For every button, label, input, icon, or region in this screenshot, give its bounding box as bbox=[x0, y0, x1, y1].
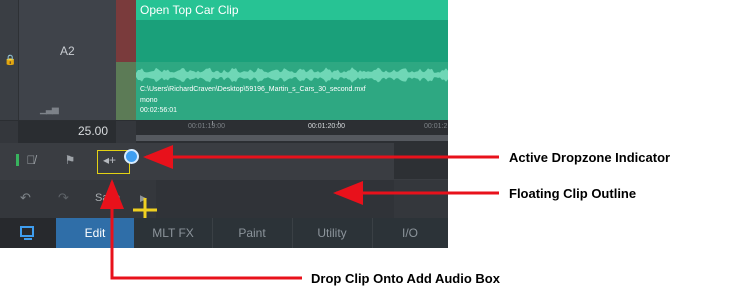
track-header: 🔒 A2 ▁▃▅ bbox=[0, 0, 116, 120]
redo-icon[interactable]: ↷ bbox=[58, 190, 69, 206]
tab-utility[interactable]: Utility bbox=[292, 218, 372, 248]
zoom-value: 25.00 bbox=[78, 124, 109, 138]
add-audio-icon: ◂+ bbox=[103, 153, 117, 167]
label-drop-clip: Drop Clip Onto Add Audio Box bbox=[311, 271, 500, 286]
pin-button[interactable]: ⚑ bbox=[60, 150, 80, 170]
timeline-scrollbar[interactable] bbox=[136, 135, 448, 141]
edit-controls: ↶ ↷ Save ▶ bbox=[0, 180, 448, 218]
tab-bar: Edit MLT FX Paint Utility I/O bbox=[0, 218, 448, 248]
ruler-label: 00:01:20:00 bbox=[308, 123, 345, 130]
ruler-label: 00:01:19:00 bbox=[188, 123, 225, 130]
monitor-icon bbox=[20, 226, 34, 237]
tab-io[interactable]: I/O bbox=[372, 218, 448, 248]
label-floating-clip: Floating Clip Outline bbox=[509, 186, 637, 201]
monitor-stand bbox=[24, 238, 32, 240]
clip-title-bar: Open Top Car Clip bbox=[136, 0, 448, 20]
clip-band bbox=[136, 20, 448, 62]
ruler-row: 25.00 00:01:19:00 00:01:20:00 00:01:2 bbox=[0, 121, 448, 143]
undo-icon[interactable]: ↶ bbox=[20, 190, 31, 206]
lock-icon[interactable]: 🔒 bbox=[4, 56, 16, 66]
track-name: A2 bbox=[60, 44, 75, 58]
label-active-dropzone: Active Dropzone Indicator bbox=[509, 150, 671, 165]
clip-file-path: C:\Users\RichardCraven\Desktop\59196_Mar… bbox=[140, 86, 366, 93]
ruler-label: 00:01:2 bbox=[424, 123, 448, 130]
mute-button[interactable]: 👁̸ bbox=[16, 150, 46, 170]
clip-title: Open Top Car Clip bbox=[140, 3, 239, 17]
track-toolbar: 👁̸ ⚑ bbox=[0, 143, 448, 179]
audio-clip[interactable]: Open Top Car Clip C:\Users\RichardCraven… bbox=[136, 0, 448, 120]
track-marker-red bbox=[116, 0, 136, 62]
lock-column: 🔒 bbox=[0, 0, 19, 120]
active-dropzone-indicator bbox=[124, 149, 139, 164]
timecode-ruler[interactable]: 00:01:19:00 00:01:20:00 00:01:2 bbox=[136, 121, 448, 143]
tab-edit[interactable]: Edit bbox=[56, 218, 134, 248]
mute-icon: 👁̸ bbox=[26, 153, 36, 167]
toolbar-panel bbox=[394, 143, 448, 179]
tab-mlt-fx[interactable]: MLT FX bbox=[134, 218, 212, 248]
save-button[interactable]: Save bbox=[95, 192, 120, 204]
clip-waveform bbox=[136, 67, 448, 83]
track-marker-green bbox=[116, 62, 136, 120]
floating-clip-outline-area bbox=[156, 180, 394, 218]
zoom-field[interactable]: 25.00 bbox=[18, 121, 116, 143]
mute-indicator bbox=[16, 154, 19, 166]
tab-home[interactable] bbox=[0, 218, 56, 248]
tab-paint[interactable]: Paint bbox=[212, 218, 292, 248]
pin-icon: ⚑ bbox=[64, 153, 76, 167]
clip-channel: mono bbox=[140, 97, 158, 104]
clip-duration: 00:02:56:01 bbox=[140, 107, 177, 114]
audio-meter-icon: ▁▃▅ bbox=[40, 104, 59, 114]
timeline-app: 🔒 A2 ▁▃▅ Open Top Car Clip C:\Users\Rich… bbox=[0, 0, 448, 248]
